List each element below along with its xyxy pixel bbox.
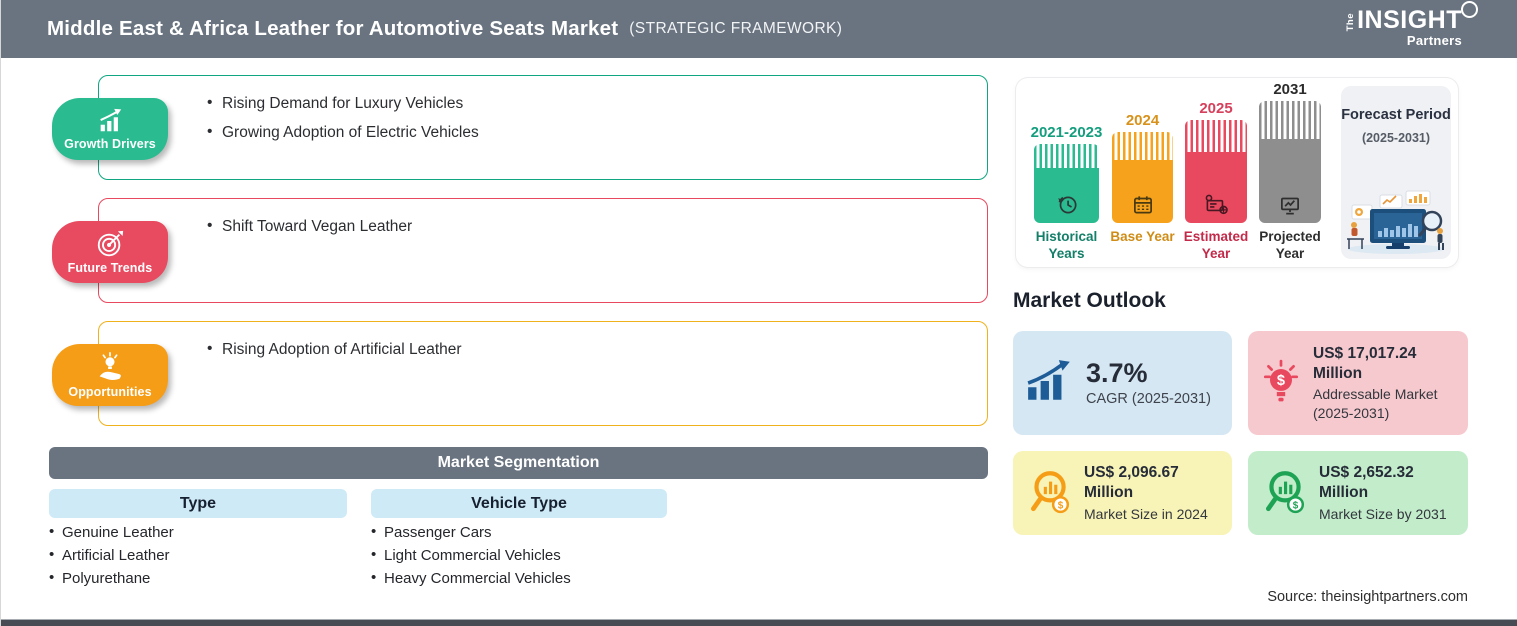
calendar-icon bbox=[1133, 196, 1152, 214]
source-attribution: Source: theinsightpartners.com bbox=[1267, 589, 1468, 605]
base-year-label: Base Year bbox=[1110, 229, 1175, 244]
forecast-period-title: Forecast Period bbox=[1341, 107, 1451, 123]
vehicle-type-segment-list: Passenger Cars Light Commercial Vehicles… bbox=[371, 523, 571, 593]
list-item: Polyurethane bbox=[49, 569, 174, 587]
list-item: Light Commercial Vehicles bbox=[371, 546, 571, 564]
research-timeline-card: 2021-2023 2024 2025 2031 Historical Year… bbox=[1016, 78, 1458, 267]
market-size-2031-card: $ US$ 2,652.32 Million Market Size by 20… bbox=[1248, 451, 1468, 535]
list-item: Passenger Cars bbox=[371, 523, 571, 541]
historical-years-bar bbox=[1034, 144, 1099, 223]
magnifier-chart-dollar-icon: $ bbox=[1266, 470, 1305, 513]
cagr-label: CAGR (2025-2031) bbox=[1086, 391, 1211, 408]
addressable-market-value: US$ 17,017.24 Million bbox=[1313, 345, 1417, 383]
bulb-dollar-icon: $ bbox=[1263, 359, 1299, 401]
forecast-period-range: (2025-2031) bbox=[1361, 130, 1431, 145]
list-item: Rising Demand for Luxury Vehicles bbox=[207, 94, 987, 113]
list-item: Genuine Leather bbox=[49, 523, 174, 541]
estimated-year-label: Estimated Year bbox=[1183, 229, 1249, 261]
strategic-framework-slide: Middle East & Africa Leather for Automot… bbox=[0, 0, 1517, 626]
bottom-divider-bar bbox=[1, 619, 1517, 626]
list-item: Shift Toward Vegan Leather bbox=[207, 217, 987, 236]
estimate-document-icon bbox=[1205, 194, 1228, 215]
base-year-bar bbox=[1112, 132, 1173, 223]
magnifier-lens-icon bbox=[1461, 1, 1478, 19]
addressable-market-label: Addressable Market (2025-2031) bbox=[1313, 386, 1438, 421]
market-size-2024-label: Market Size in 2024 bbox=[1084, 505, 1208, 522]
market-size-2024-card: $ US$ 2,096.67 Million Market Size in 20… bbox=[1013, 451, 1232, 535]
logo-the-text: The bbox=[1344, 13, 1356, 32]
estimated-year-value: 2025 bbox=[1199, 100, 1233, 117]
market-size-2031-value: US$ 2,652.32 Million bbox=[1319, 464, 1414, 502]
market-segmentation-header: Market Segmentation bbox=[49, 447, 988, 479]
clock-history-icon bbox=[1057, 196, 1077, 214]
market-size-2031-label: Market Size by 2031 bbox=[1319, 505, 1447, 522]
magnifier-chart-dollar-icon: $ bbox=[1031, 470, 1070, 513]
growth-bars-arrow-icon bbox=[1027, 359, 1070, 400]
forecast-period-panel: Forecast Period (2025-2031) bbox=[1341, 86, 1451, 259]
future-trends-list: Shift Toward Vegan Leather bbox=[99, 199, 987, 236]
framework-tag: (STRATEGIC FRAMEWORK) bbox=[629, 20, 843, 37]
projected-year-label: Projected Year bbox=[1259, 229, 1321, 261]
svg-text:$: $ bbox=[1277, 373, 1285, 389]
svg-text:$: $ bbox=[1058, 500, 1064, 511]
growth-chart-icon bbox=[100, 108, 122, 132]
projected-year-value: 2031 bbox=[1273, 81, 1307, 98]
segment-column-vehicle-header: Vehicle Type bbox=[371, 489, 667, 518]
insight-partners-logo: The INSIGHT Partners bbox=[1344, 1, 1478, 48]
cagr-value: 3.7% bbox=[1086, 357, 1148, 388]
future-trends-label: Future Trends bbox=[67, 261, 153, 275]
cagr-card: 3.7% CAGR (2025-2031) bbox=[1013, 331, 1232, 435]
projected-year-bar bbox=[1259, 101, 1321, 223]
list-item: Growing Adoption of Electric Vehicles bbox=[207, 123, 987, 142]
growth-drivers-label: Growth Drivers bbox=[64, 137, 156, 151]
target-dart-icon bbox=[97, 230, 124, 257]
list-item: Rising Adoption of Artificial Leather bbox=[207, 340, 987, 359]
svg-text:$: $ bbox=[1293, 500, 1299, 511]
list-item: Artificial Leather bbox=[49, 546, 174, 564]
growth-drivers-box: Growth Drivers Rising Demand for Luxury … bbox=[52, 75, 988, 180]
page-title: Middle East & Africa Leather for Automot… bbox=[47, 17, 619, 40]
growth-drivers-list: Rising Demand for Luxury Vehicles Growin… bbox=[99, 76, 987, 142]
market-outlook-title: Market Outlook bbox=[1013, 289, 1166, 312]
market-size-2024-value: US$ 2,096.67 Million bbox=[1084, 464, 1179, 502]
logo-partners-text: Partners bbox=[1406, 32, 1462, 48]
growth-drivers-badge: Growth Drivers bbox=[52, 98, 168, 160]
future-trends-badge: Future Trends bbox=[52, 221, 168, 283]
logo-insight-text: INSIGHT bbox=[1357, 6, 1462, 35]
segment-column-type-header: Type bbox=[49, 489, 347, 518]
future-trends-box: Future Trends Shift Toward Vegan Leather bbox=[52, 198, 988, 303]
type-segment-list: Genuine Leather Artificial Leather Polyu… bbox=[49, 523, 174, 593]
opportunities-badge: Opportunities bbox=[52, 344, 168, 406]
opportunities-box: Opportunities Rising Adoption of Artific… bbox=[52, 321, 988, 426]
header-bar: Middle East & Africa Leather for Automot… bbox=[1, 0, 1517, 58]
historical-years-label: Historical Years bbox=[1035, 229, 1098, 261]
addressable-market-card: $ US$ 17,017.24 Million Addressable Mark… bbox=[1248, 331, 1468, 435]
base-year-value: 2024 bbox=[1125, 112, 1160, 129]
estimated-year-bar bbox=[1185, 120, 1247, 223]
projection-board-icon bbox=[1281, 197, 1299, 215]
opportunities-list: Rising Adoption of Artificial Leather bbox=[99, 322, 987, 359]
opportunities-label: Opportunities bbox=[68, 385, 152, 399]
bulb-hand-icon bbox=[99, 352, 121, 381]
historical-years-range: 2021-2023 bbox=[1030, 124, 1103, 141]
analytics-illustration bbox=[1347, 190, 1444, 254]
list-item: Heavy Commercial Vehicles bbox=[371, 569, 571, 587]
